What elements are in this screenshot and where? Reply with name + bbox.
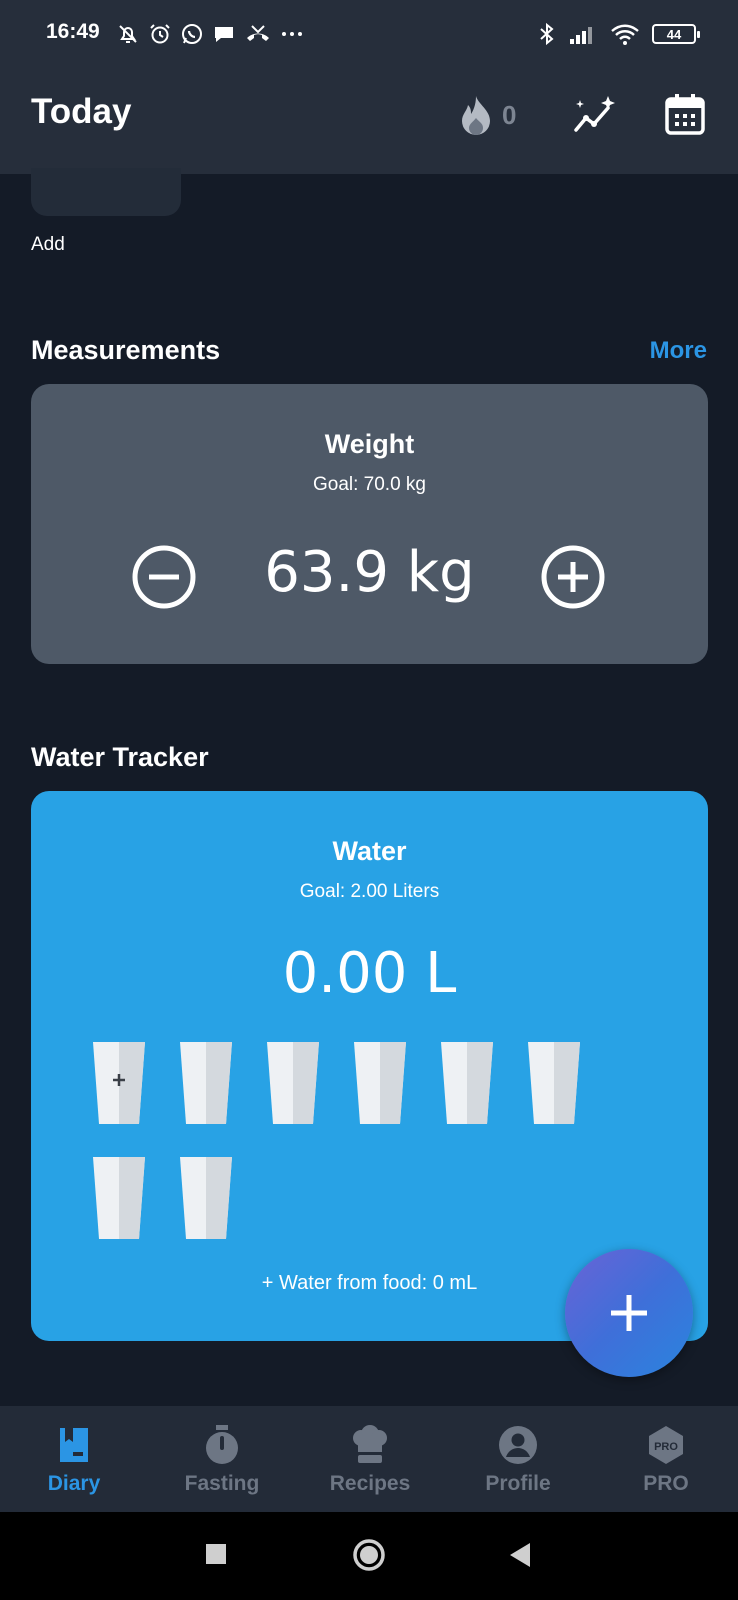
notification-icons: [116, 22, 304, 46]
system-nav-bar: [0, 1512, 738, 1600]
home-button-icon[interactable]: [352, 1538, 386, 1572]
page-title: Today: [31, 92, 132, 131]
water-glass[interactable]: [354, 1042, 406, 1124]
trends-button[interactable]: [572, 94, 618, 136]
signal-icon: [570, 27, 592, 44]
battery-icon: 44: [652, 24, 700, 44]
water-goal: Goal: 2.00 Liters: [299, 881, 440, 902]
whatsapp-icon: [182, 24, 202, 44]
calendar-button[interactable]: [664, 92, 706, 136]
bell-off-icon: [119, 25, 137, 43]
plus-icon: [611, 1295, 647, 1331]
water-glass[interactable]: [441, 1042, 493, 1124]
chat-bubble-icon: [215, 27, 233, 42]
streak-counter[interactable]: 0: [458, 94, 516, 136]
missed-call-icon: [247, 25, 269, 41]
system-icons: 44: [538, 22, 700, 46]
add-fab-button[interactable]: [565, 1249, 693, 1377]
alarm-icon: [150, 24, 170, 44]
water-glass[interactable]: [528, 1042, 580, 1124]
status-bar: 16:49 44: [0, 0, 738, 68]
increase-weight-button[interactable]: [540, 544, 606, 610]
glass-icon: [441, 1042, 493, 1124]
pro-badge-text: PRO: [654, 1441, 678, 1453]
add-tile[interactable]: [31, 168, 181, 216]
bottom-nav: Diary Fasting Recipes Profile PRO PRO: [0, 1406, 738, 1512]
flame-icon: [462, 96, 490, 135]
measurements-title: Measurements: [31, 335, 221, 365]
app-bar: Today 0: [0, 68, 738, 174]
glass-add-icon: [93, 1042, 145, 1124]
chef-hat-icon: [353, 1425, 387, 1463]
recents-button-icon[interactable]: [205, 1543, 227, 1565]
glass-icon: [354, 1042, 406, 1124]
weight-title: Weight: [324, 429, 415, 459]
glass-icon: [528, 1042, 580, 1124]
trend-sparkle-icon: [574, 96, 615, 132]
nav-pro[interactable]: PRO PRO: [592, 1406, 738, 1512]
weight-card[interactable]: Weight Goal: 70.0 kg 63.9 kg: [31, 384, 708, 664]
nav-recipes[interactable]: Recipes: [296, 1406, 444, 1512]
glass-icon: [267, 1042, 319, 1124]
nav-profile-label: Profile: [485, 1472, 551, 1495]
stopwatch-icon: [206, 1425, 238, 1464]
bluetooth-icon: [540, 22, 554, 46]
back-button-icon[interactable]: [508, 1542, 532, 1568]
more-dots-icon: [282, 32, 302, 36]
water-glass[interactable]: [93, 1157, 145, 1239]
nav-pro-label: PRO: [643, 1472, 689, 1495]
weight-goal: Goal: 70.0 kg: [312, 474, 427, 495]
plus-circle-icon: [541, 545, 605, 609]
glass-icon: [180, 1042, 232, 1124]
more-link[interactable]: More: [650, 337, 707, 365]
wifi-icon: [611, 24, 639, 45]
pro-badge-icon: PRO: [649, 1426, 683, 1464]
weight-value: 63.9 kg: [264, 540, 475, 605]
water-glass[interactable]: [180, 1042, 232, 1124]
nav-recipes-label: Recipes: [329, 1472, 411, 1495]
status-time: 16:49: [46, 20, 100, 43]
profile-icon: [499, 1426, 537, 1464]
water-value: 0.00 L: [282, 941, 457, 1006]
nav-diary-label: Diary: [47, 1472, 101, 1495]
water-tracker-title: Water Tracker: [31, 742, 209, 772]
glass-icon: [180, 1157, 232, 1239]
water-glass[interactable]: [180, 1157, 232, 1239]
water-title: Water: [332, 836, 407, 866]
calendar-icon: [665, 94, 705, 135]
nav-fasting-label: Fasting: [184, 1472, 260, 1495]
add-label: Add: [31, 234, 65, 255]
diary-icon: [60, 1428, 88, 1462]
water-glass-add[interactable]: [93, 1042, 145, 1124]
glass-icon: [93, 1157, 145, 1239]
nav-fasting[interactable]: Fasting: [148, 1406, 296, 1512]
streak-count: 0: [502, 99, 517, 130]
nav-diary[interactable]: Diary: [0, 1406, 148, 1512]
nav-profile[interactable]: Profile: [444, 1406, 592, 1512]
water-glass[interactable]: [267, 1042, 319, 1124]
